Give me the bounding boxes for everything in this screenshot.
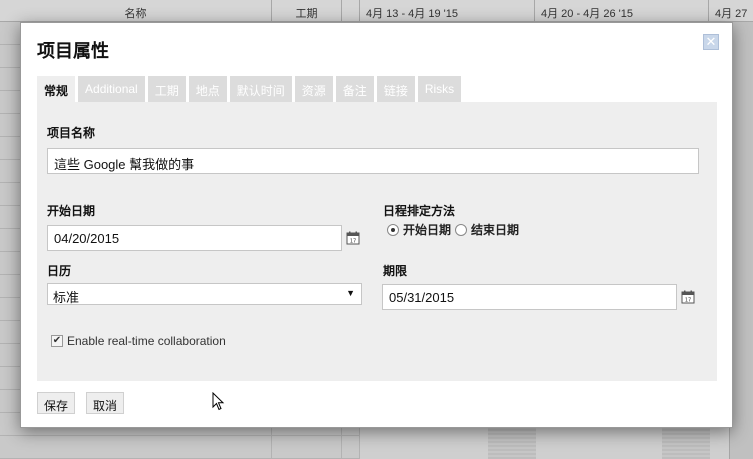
radio-start-date-label: 开始日期	[403, 223, 452, 237]
tab-bar: 常规 Additional 工期 地点 默认时间 资源 备注 链接 Risks	[37, 76, 462, 102]
column-duration-header[interactable]: 工期	[272, 0, 342, 22]
tab-general[interactable]: 常规	[37, 76, 76, 102]
project-properties-dialog: 项目属性 ✕ 常规 Additional 工期 地点 默认时间 资源 备注 链接…	[20, 22, 733, 428]
grid-header: 名称 工期 4月 13 - 4月 19 '15 4月 20 - 4月 26 '1…	[0, 0, 753, 22]
tab-default-time[interactable]: 默认时间	[229, 76, 292, 102]
tab-risks[interactable]: Risks	[417, 76, 462, 102]
table-row[interactable]	[0, 436, 360, 459]
week-header-1: 4月 13 - 4月 19 '15	[360, 0, 535, 22]
column-name-header[interactable]: 名称	[0, 0, 272, 22]
svg-text:17: 17	[350, 239, 356, 245]
calendar-select-value: 标准	[53, 290, 80, 305]
week-header-3: 4月 27	[715, 8, 748, 20]
calendar-select[interactable]: 标准 ▼	[47, 283, 362, 305]
tab-resources[interactable]: 资源	[294, 76, 333, 102]
scheduling-method-group: 开始日期 结束日期	[387, 221, 519, 238]
start-date-label: 开始日期	[47, 204, 96, 218]
tab-links[interactable]: 链接	[376, 76, 415, 102]
dropdown-arrow-icon: ▼	[346, 288, 355, 298]
radio-end-date-label: 结束日期	[471, 223, 520, 237]
tab-notes[interactable]: 备注	[335, 76, 374, 102]
tab-additional[interactable]: Additional	[78, 76, 145, 102]
dialog-title: 项目属性	[37, 41, 109, 61]
start-date-input[interactable]: 04/20/2015	[47, 225, 342, 251]
radio-start-date[interactable]	[387, 223, 399, 236]
calendar-icon[interactable]: 17	[681, 290, 695, 304]
general-tab-panel: 项目名称 這些 Google 幫我做的事 开始日期 04/20/2015 17 …	[37, 102, 717, 381]
cancel-button[interactable]: 取消	[86, 392, 125, 414]
realtime-collab-checkbox[interactable]: ✔	[51, 335, 63, 347]
realtime-collab-label: Enable real-time collaboration	[67, 334, 226, 348]
save-button[interactable]: 保存	[37, 392, 76, 414]
mouse-cursor-icon	[212, 392, 225, 411]
week-header-2: 4月 20 - 4月 26 '15	[535, 0, 709, 22]
deadline-label: 期限	[383, 264, 408, 278]
realtime-collab-row: ✔ Enable real-time collaboration	[51, 334, 226, 348]
project-name-input[interactable]: 這些 Google 幫我做的事	[47, 148, 699, 174]
deadline-input[interactable]: 05/31/2015	[382, 284, 677, 310]
svg-text:17: 17	[685, 298, 691, 304]
calendar-label: 日历	[47, 264, 72, 278]
radio-end-date[interactable]	[455, 223, 468, 236]
tab-location[interactable]: 地点	[188, 76, 227, 102]
tab-duration[interactable]: 工期	[147, 76, 186, 102]
project-name-label: 项目名称	[47, 126, 96, 140]
scheduling-method-label: 日程排定方法	[383, 204, 456, 218]
column-extra-header	[342, 0, 360, 22]
close-icon[interactable]: ✕	[703, 34, 719, 50]
calendar-icon[interactable]: 17	[346, 231, 360, 245]
